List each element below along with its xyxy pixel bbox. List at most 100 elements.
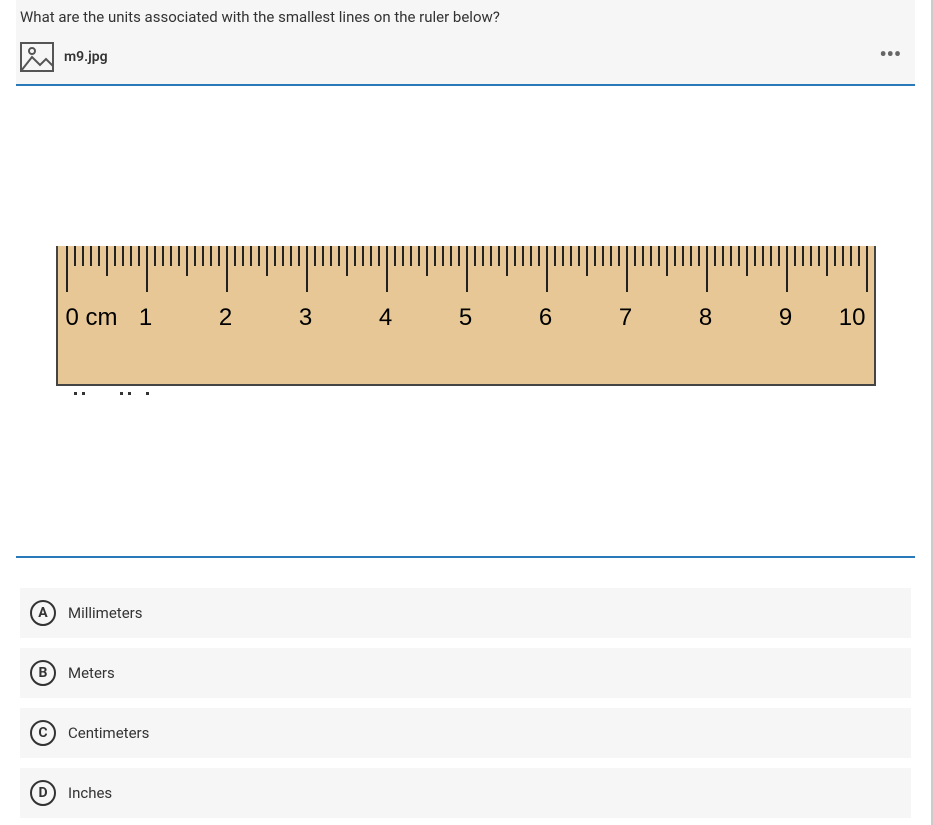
ruler-tick bbox=[186, 246, 188, 276]
ruler-tick bbox=[610, 246, 612, 266]
answer-letter: D bbox=[30, 780, 56, 806]
ruler-tick bbox=[682, 246, 684, 266]
answer-text: Millimeters bbox=[68, 604, 142, 622]
ruler-tick bbox=[762, 246, 764, 266]
ruler-tick bbox=[634, 246, 636, 266]
ruler-tick bbox=[778, 246, 780, 266]
question-header: What are the units associated with the s… bbox=[16, 0, 915, 84]
ruler-tick bbox=[306, 246, 308, 292]
ruler-tick bbox=[706, 246, 708, 292]
ruler-label: 2 bbox=[219, 304, 232, 332]
ruler-tick bbox=[642, 246, 644, 266]
ruler-tick bbox=[426, 246, 428, 276]
ruler-tick bbox=[602, 246, 604, 266]
ruler-tick bbox=[154, 246, 156, 266]
ruler-tick bbox=[570, 246, 572, 266]
more-menu-icon[interactable]: ••• bbox=[879, 44, 901, 64]
ruler-tick bbox=[730, 246, 732, 266]
ruler-tick bbox=[450, 246, 452, 266]
ruler-tick bbox=[786, 246, 788, 292]
ruler-tick bbox=[858, 246, 860, 266]
ruler-tick bbox=[290, 246, 292, 266]
ruler-tick bbox=[354, 246, 356, 266]
ruler-tick bbox=[562, 246, 564, 266]
answers-list: A Millimeters B Meters C Centimeters D I… bbox=[20, 588, 911, 818]
ruler-tick bbox=[194, 246, 196, 266]
ruler-tick bbox=[178, 246, 180, 266]
ruler-label: 7 bbox=[619, 304, 632, 332]
ruler-tick bbox=[346, 246, 348, 276]
ruler-image-area: 0 cm12345678910 bbox=[20, 86, 911, 556]
answer-letter: A bbox=[30, 600, 56, 626]
ruler-tick bbox=[66, 246, 68, 292]
ruler-label: 9 bbox=[779, 304, 792, 332]
ruler-wrap: 0 cm12345678910 bbox=[56, 246, 876, 396]
ruler-tick bbox=[618, 246, 620, 266]
ruler-tick bbox=[434, 246, 436, 266]
ruler-tick bbox=[674, 246, 676, 266]
ruler-tick bbox=[266, 246, 268, 276]
ruler-tick bbox=[802, 246, 804, 266]
ruler-tick bbox=[818, 246, 820, 266]
ruler-tick bbox=[82, 246, 84, 266]
ruler-tick bbox=[282, 246, 284, 266]
attachment-name: m9.jpg bbox=[64, 49, 108, 65]
ruler-label: 1 bbox=[139, 304, 152, 332]
question-text: What are the units associated with the s… bbox=[20, 6, 911, 34]
answer-option-a[interactable]: A Millimeters bbox=[20, 588, 911, 638]
ruler-tick bbox=[498, 246, 500, 266]
ruler-tick bbox=[842, 246, 844, 266]
ruler-tick bbox=[90, 246, 92, 266]
ruler-tick bbox=[506, 246, 508, 276]
ruler-tick bbox=[474, 246, 476, 266]
ruler-tick bbox=[546, 246, 548, 292]
ruler-tick bbox=[578, 246, 580, 266]
ruler-tick bbox=[698, 246, 700, 266]
ruler-tick bbox=[74, 246, 76, 266]
ruler-tick bbox=[538, 246, 540, 266]
ruler-tick bbox=[850, 246, 852, 266]
crop-dots bbox=[56, 392, 876, 396]
ruler-tick bbox=[146, 246, 148, 292]
ruler-tick bbox=[322, 246, 324, 266]
ruler-tick bbox=[442, 246, 444, 266]
ruler-tick bbox=[458, 246, 460, 266]
answer-option-c[interactable]: C Centimeters bbox=[20, 708, 911, 758]
ruler-tick bbox=[314, 246, 316, 266]
ruler-tick bbox=[274, 246, 276, 266]
ruler-tick bbox=[362, 246, 364, 266]
ruler-label: 8 bbox=[699, 304, 712, 332]
ruler-tick bbox=[258, 246, 260, 266]
ruler-tick bbox=[490, 246, 492, 266]
question-container: What are the units associated with the s… bbox=[0, 0, 933, 825]
ruler-tick bbox=[242, 246, 244, 266]
ruler-tick bbox=[554, 246, 556, 266]
ruler-tick bbox=[746, 246, 748, 276]
answers-divider bbox=[16, 556, 915, 558]
answer-text: Inches bbox=[68, 784, 112, 802]
answer-option-d[interactable]: D Inches bbox=[20, 768, 911, 818]
ruler-tick bbox=[234, 246, 236, 266]
ruler-tick bbox=[370, 246, 372, 266]
ruler-tick bbox=[794, 246, 796, 266]
ruler-tick bbox=[226, 246, 228, 292]
ruler-tick bbox=[770, 246, 772, 266]
ruler-tick bbox=[418, 246, 420, 266]
ruler-tick bbox=[250, 246, 252, 266]
ruler-tick bbox=[666, 246, 668, 276]
ruler-tick bbox=[138, 246, 140, 266]
ruler-tick bbox=[834, 246, 836, 266]
ruler-tick bbox=[586, 246, 588, 276]
ruler-label: 10 bbox=[839, 304, 866, 332]
ruler-tick bbox=[402, 246, 404, 266]
ruler-labels: 0 cm12345678910 bbox=[66, 304, 866, 334]
ruler-tick bbox=[690, 246, 692, 266]
ruler-label: 3 bbox=[299, 304, 312, 332]
ruler-tick bbox=[514, 246, 516, 266]
ruler-label: 0 cm bbox=[66, 304, 118, 332]
ruler-label: 4 bbox=[379, 304, 392, 332]
ruler-tick bbox=[714, 246, 716, 266]
ruler-tick bbox=[210, 246, 212, 266]
answer-option-b[interactable]: B Meters bbox=[20, 648, 911, 698]
ruler-tick bbox=[826, 246, 828, 276]
